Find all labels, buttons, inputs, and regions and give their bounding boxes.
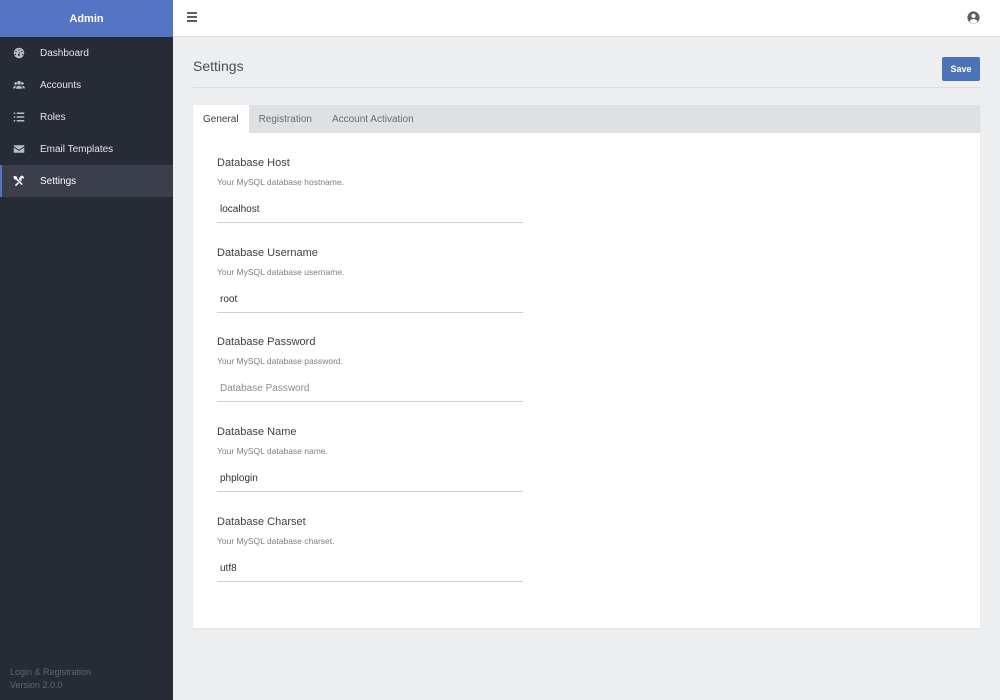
list-icon: [12, 110, 26, 124]
user-circle-icon[interactable]: [967, 11, 980, 24]
field-help: Your MySQL database charset.: [217, 536, 335, 546]
brand-title[interactable]: Admin: [0, 0, 173, 37]
page-title: Settings: [193, 58, 244, 74]
save-button[interactable]: Save: [942, 57, 980, 81]
tab-account-activation[interactable]: Account Activation: [322, 105, 424, 133]
sidebar-item-email-templates[interactable]: Email Templates: [0, 133, 173, 165]
settings-card: General Registration Account Activation …: [193, 105, 980, 628]
field-help: Your MySQL database name.: [217, 446, 328, 456]
sidebar-item-label: Roles: [40, 111, 66, 123]
sidebar-item-settings[interactable]: Settings: [0, 165, 173, 197]
tab-registration[interactable]: Registration: [249, 105, 322, 133]
topbar: [173, 0, 1000, 37]
sidebar-item-accounts[interactable]: Accounts: [0, 69, 173, 101]
database-charset-input[interactable]: [217, 556, 523, 582]
tools-icon: [12, 174, 26, 188]
tab-general[interactable]: General: [193, 105, 249, 133]
database-password-field: Database Password Your MySQL database pa…: [217, 336, 523, 402]
sidebar-footer: Login & Registration Version 2.0.0: [10, 666, 91, 692]
header-divider: [193, 87, 980, 88]
database-charset-field: Database Charset Your MySQL database cha…: [217, 516, 523, 582]
database-username-input[interactable]: [217, 287, 523, 313]
sidebar-item-label: Email Templates: [40, 143, 114, 155]
database-name-field: Database Name Your MySQL database name.: [217, 426, 523, 492]
field-label: Database Charset: [217, 516, 306, 528]
field-label: Database Name: [217, 426, 297, 438]
tab-bar: General Registration Account Activation: [193, 105, 980, 133]
sidebar-item-label: Dashboard: [40, 47, 89, 59]
sidebar-item-roles[interactable]: Roles: [0, 101, 173, 133]
dashboard-icon: [12, 46, 26, 60]
field-label: Database Username: [217, 247, 318, 259]
users-icon: [12, 78, 26, 92]
database-username-field: Database Username Your MySQL database us…: [217, 247, 523, 313]
database-host-field: Database Host Your MySQL database hostna…: [217, 157, 523, 223]
field-label: Database Password: [217, 336, 316, 348]
database-name-input[interactable]: [217, 466, 523, 492]
app-name: Login & Registration: [10, 667, 92, 677]
sidebar-item-dashboard[interactable]: Dashboard: [0, 37, 173, 69]
field-label: Database Host: [217, 157, 290, 169]
envelope-icon: [12, 142, 26, 156]
field-help: Your MySQL database username.: [217, 267, 345, 277]
app-version: Version 2.0.0: [10, 680, 63, 690]
sidebar-item-label: Accounts: [40, 79, 82, 91]
sidebar-item-label: Settings: [40, 175, 77, 187]
database-password-input[interactable]: [217, 376, 523, 402]
field-help: Your MySQL database password.: [217, 356, 343, 366]
hamburger-icon[interactable]: [187, 12, 197, 23]
field-help: Your MySQL database hostname.: [217, 177, 344, 187]
sidebar: Admin Dashboard Accounts Roles Email Tem…: [0, 0, 173, 700]
database-host-input[interactable]: [217, 197, 523, 223]
